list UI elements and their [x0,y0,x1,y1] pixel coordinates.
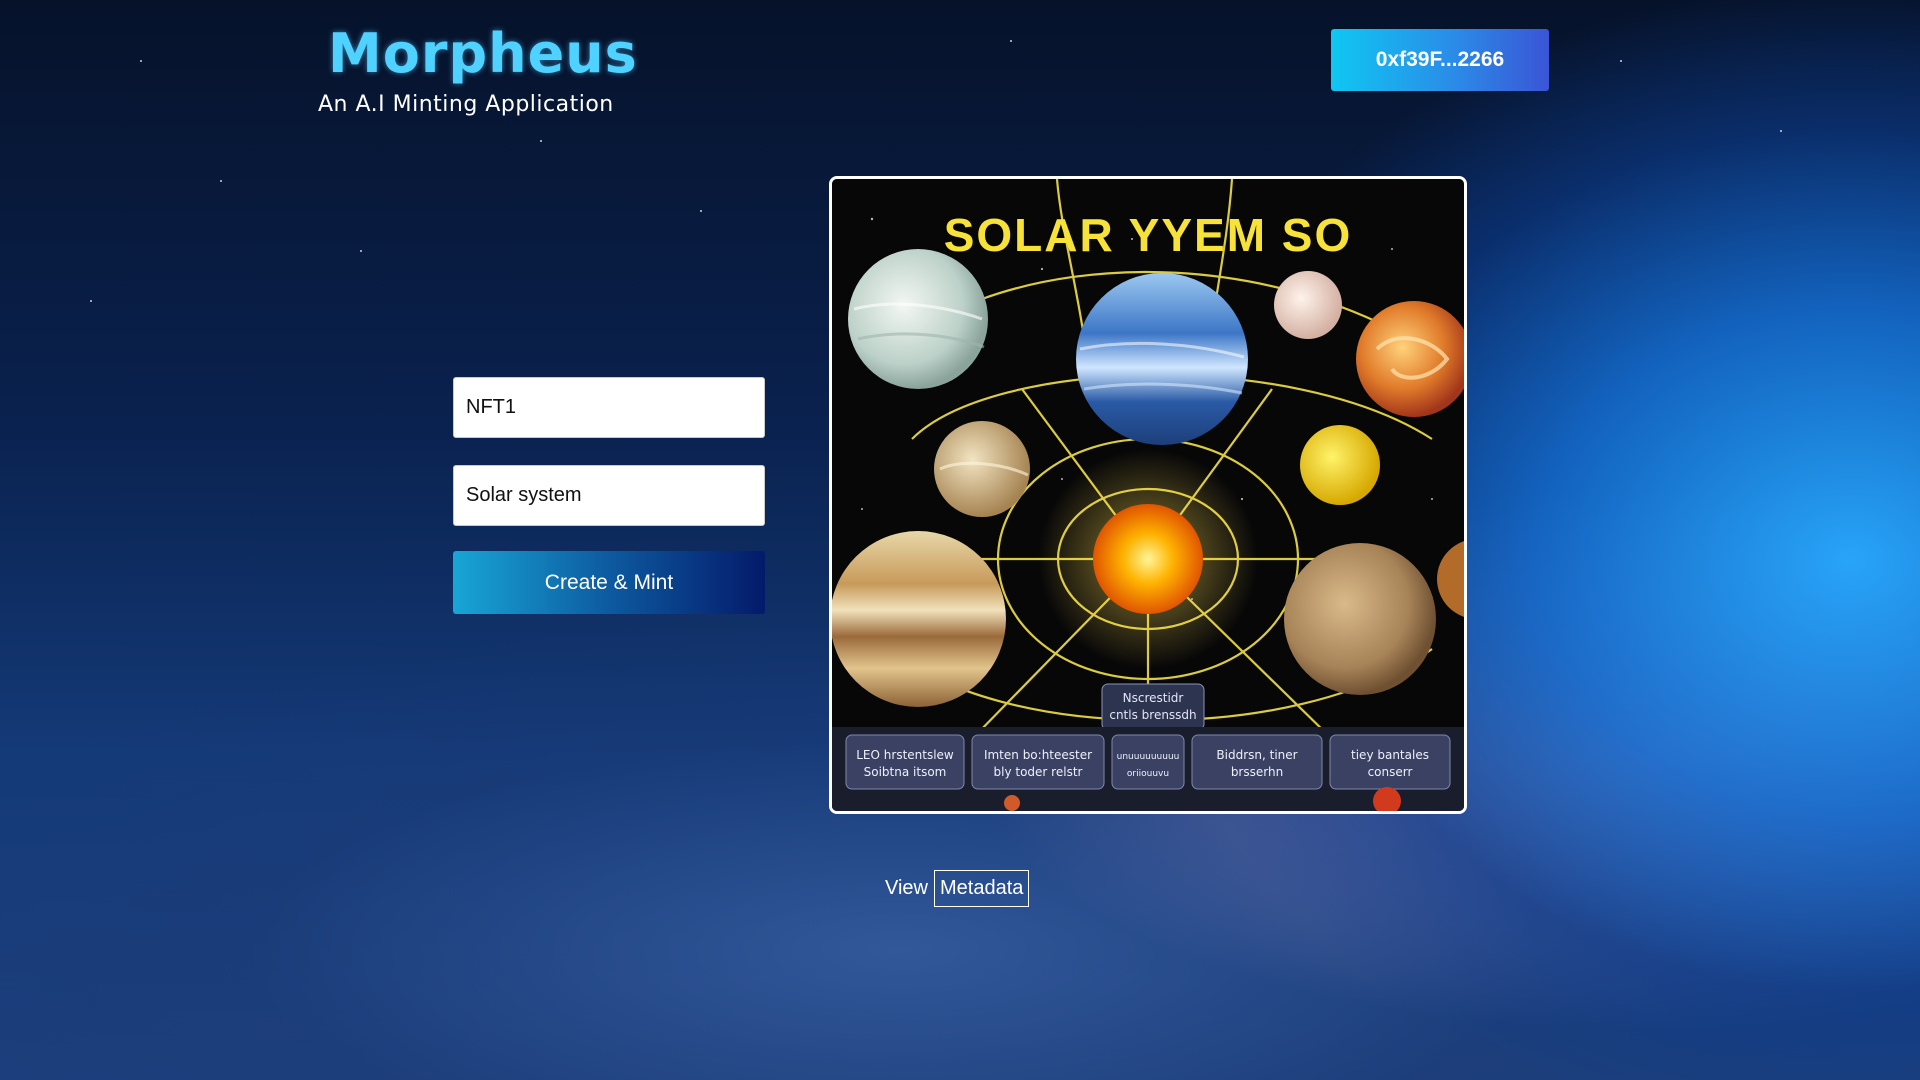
artwork-caption-panels: LEO hrstentslew Soibtna itsom Imten bo:h… [832,727,1464,811]
star-decoration [90,300,92,302]
star-decoration [1010,40,1012,42]
svg-text:brsserhn: brsserhn [1231,765,1283,779]
svg-text:Imten bo:hteester: Imten bo:hteester [984,748,1092,762]
app-subtitle: An A.I Minting Application [318,92,614,117]
svg-text:conserr: conserr [1368,765,1413,779]
star-decoration [1620,60,1622,62]
svg-text:Biddrsn, tiner: Biddrsn, tiner [1216,748,1297,762]
artwork-headline: SOLAR YYEM SO [944,209,1353,261]
metadata-row: View Metadata [885,870,1030,907]
nft-name-input[interactable] [453,377,765,438]
svg-text:bly toder relstr: bly toder relstr [994,765,1083,779]
star-decoration [700,210,702,212]
svg-text:Nscrestidr: Nscrestidr [1123,691,1184,705]
star-decoration [140,60,142,62]
view-label: View [885,877,928,899]
svg-text:unuuuuuuuuu: unuuuuuuuuu [1117,752,1180,762]
star-decoration [540,140,542,142]
create-mint-button[interactable]: Create & Mint [453,551,765,614]
svg-text:cntls brenssdh: cntls brenssdh [1109,708,1196,722]
metadata-link[interactable]: Metadata [934,870,1030,907]
svg-text:Soibtna itsom: Soibtna itsom [864,765,947,779]
generated-nft-image: SOLAR YYEM SO Nscrestidr cntls brenssdh [829,176,1467,814]
app-background: Morpheus An A.I Minting Application 0xf3… [0,0,1920,1080]
svg-text:oriiouuvu: oriiouuvu [1127,769,1169,779]
wallet-address-button[interactable]: 0xf39F...2266 [1331,29,1549,91]
app-title: Morpheus [328,22,638,85]
star-decoration [360,250,362,252]
artwork-center-label: Nscrestidr cntls brenssdh [1101,683,1205,731]
star-decoration [1780,130,1782,132]
svg-text:LEO hrstentslew: LEO hrstentslew [856,748,954,762]
star-decoration [220,180,222,182]
solar-system-artwork: SOLAR YYEM SO Nscrestidr cntls brenssdh [832,179,1464,811]
nft-description-input[interactable] [453,465,765,526]
svg-text:tiey bantales: tiey bantales [1351,748,1429,762]
